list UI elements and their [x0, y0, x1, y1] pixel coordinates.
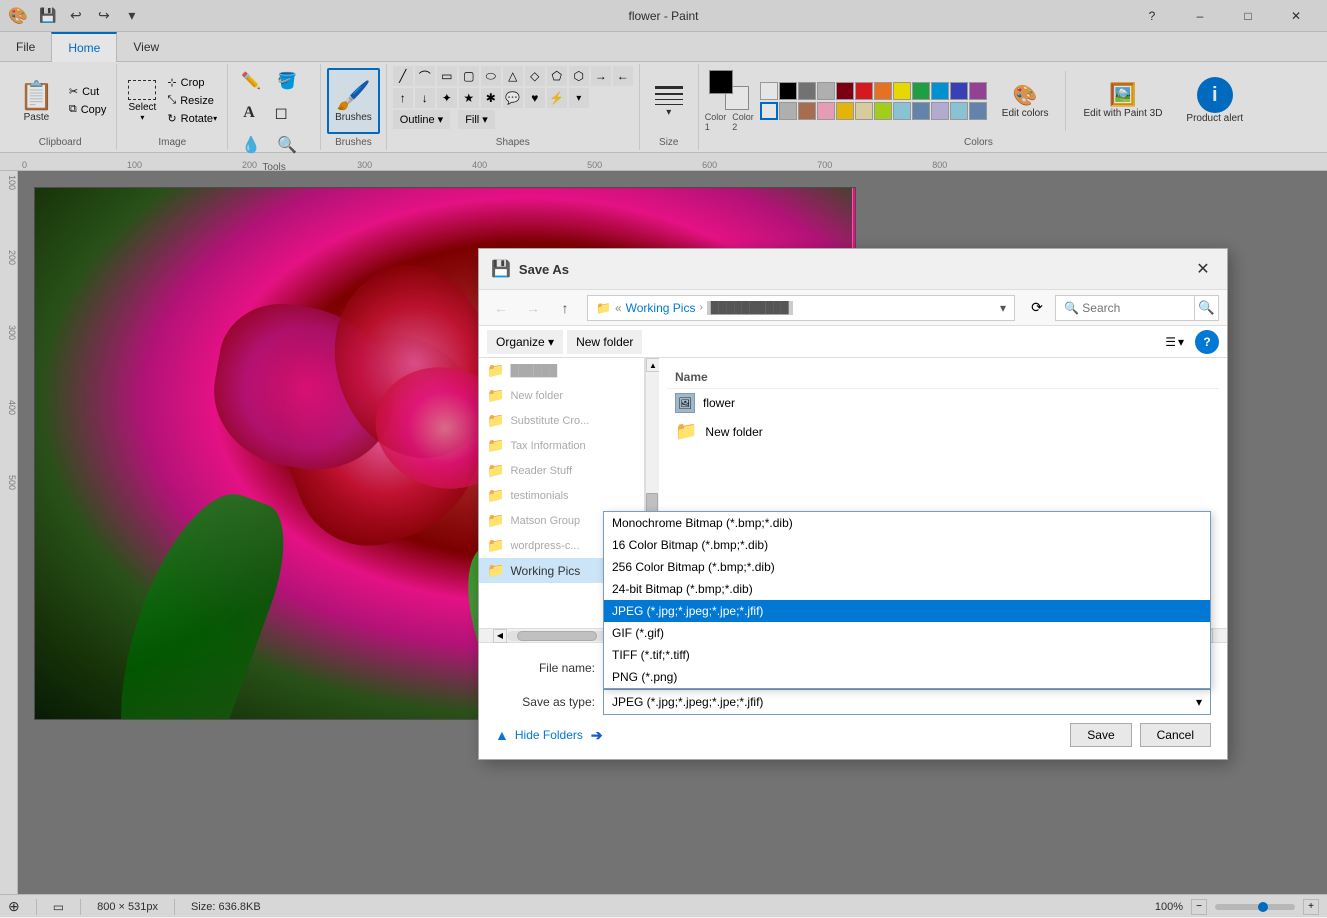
- path-working-pics[interactable]: Working Pics: [626, 301, 696, 315]
- tree-item-2[interactable]: 📁 Substitute Cro...: [479, 408, 644, 433]
- path-bar[interactable]: 📁 « Working Pics › ██████████ ▾: [587, 295, 1015, 321]
- savetype-label: Save as type:: [495, 695, 595, 709]
- tree-item-4[interactable]: 📁 Reader Stuff: [479, 458, 644, 483]
- savetype-option-tiff[interactable]: TIFF (*.tif;*.tiff): [604, 644, 1210, 666]
- savetype-dropdown: Monochrome Bitmap (*.bmp;*.dib) 16 Color…: [603, 511, 1211, 689]
- savetype-row: Save as type: JPEG (*.jpg;*.jpeg;*.jpe;*…: [495, 689, 1211, 715]
- path-dropdown-arrow[interactable]: ▾: [1000, 301, 1006, 315]
- tree-item-3[interactable]: 📁 Tax Information: [479, 433, 644, 458]
- hide-folders-button[interactable]: ▲ Hide Folders: [495, 727, 583, 743]
- help-button[interactable]: ?: [1195, 330, 1219, 354]
- save-button[interactable]: Save: [1070, 723, 1131, 747]
- savetype-option-16color[interactable]: 16 Color Bitmap (*.bmp;*.dib): [604, 534, 1210, 556]
- nav-up-button[interactable]: ↑: [551, 294, 579, 322]
- dialog-form: File name: ▾ Save as type: JPEG (*.jpg;*…: [479, 642, 1227, 759]
- dialog-nav: ← → ↑ 📁 « Working Pics › ██████████ ▾ ⟳ …: [479, 290, 1227, 326]
- savetype-option-monochrome[interactable]: Monochrome Bitmap (*.bmp;*.dib): [604, 512, 1210, 534]
- dialog-title-text: Save As: [519, 262, 1191, 277]
- file-item-flower[interactable]: 🖼 flower: [667, 389, 1219, 417]
- savetype-option-jpeg[interactable]: JPEG (*.jpg;*.jpeg;*.jpe;*.jfif): [604, 600, 1210, 622]
- savetype-option-gif[interactable]: GIF (*.gif): [604, 622, 1210, 644]
- scroll-up-button[interactable]: ▲: [646, 358, 660, 372]
- tree-item-0[interactable]: 📁 ██████: [479, 358, 644, 383]
- cancel-button[interactable]: Cancel: [1140, 723, 1211, 747]
- tree-item-1[interactable]: 📁 New folder: [479, 383, 644, 408]
- hscroll-thumb: [517, 631, 597, 641]
- search-button[interactable]: 🔍: [1195, 295, 1219, 321]
- view-icon: ☰: [1165, 335, 1176, 349]
- dialog-title-icon: 💾: [491, 259, 511, 279]
- dialog-titlebar: 💾 Save As ✕: [479, 249, 1227, 290]
- new-folder-button[interactable]: New folder: [567, 330, 642, 354]
- dialog-close-button[interactable]: ✕: [1191, 257, 1215, 281]
- working-pics-tree-label: Working Pics: [510, 564, 580, 578]
- dialog-toolbar: Organize ▾ New folder ☰ ▾ ?: [479, 326, 1227, 358]
- filename-label: File name:: [495, 661, 595, 675]
- savetype-arrow: ▾: [1196, 695, 1202, 709]
- blue-arrow-annotation: ➔: [591, 727, 603, 744]
- tree-item-5[interactable]: 📁 testimonials: [479, 483, 644, 508]
- view-arrow: ▾: [1178, 335, 1184, 349]
- path-separator: «: [615, 301, 622, 315]
- file-flower-icon: 🖼: [675, 393, 695, 413]
- path-icon: 📁: [596, 301, 611, 315]
- nav-back-button[interactable]: ←: [487, 294, 515, 322]
- organize-button[interactable]: Organize ▾: [487, 330, 563, 354]
- file-name-column-header: Name: [675, 370, 708, 384]
- view-button[interactable]: ☰ ▾: [1158, 330, 1191, 354]
- file-item-newfolder[interactable]: 📁 New folder: [667, 417, 1219, 446]
- path-sub: ██████████: [707, 301, 793, 315]
- savetype-select[interactable]: JPEG (*.jpg;*.jpeg;*.jpe;*.jfif) ▾: [603, 689, 1211, 715]
- file-folder-icon: 📁: [675, 421, 697, 442]
- hide-folders-label: Hide Folders: [515, 728, 583, 742]
- file-list-header: Name: [667, 366, 1219, 389]
- dialog-overlay: 💾 Save As ✕ ← → ↑ 📁 « Working Pics › ███…: [0, 0, 1327, 917]
- save-as-dialog: 💾 Save As ✕ ← → ↑ 📁 « Working Pics › ███…: [478, 248, 1228, 760]
- savetype-option-png[interactable]: PNG (*.png): [604, 666, 1210, 688]
- refresh-button[interactable]: ⟳: [1023, 294, 1051, 322]
- nav-forward-button[interactable]: →: [519, 294, 547, 322]
- file-flower-name: flower: [703, 396, 735, 410]
- hscroll-left-button[interactable]: ◀: [493, 629, 507, 643]
- savetype-option-256color[interactable]: 256 Color Bitmap (*.bmp;*.dib): [604, 556, 1210, 578]
- file-folder-name: New folder: [705, 425, 762, 439]
- search-input[interactable]: [1055, 295, 1195, 321]
- hide-folders-arrow-icon: ▲: [495, 727, 509, 743]
- savetype-option-24bit[interactable]: 24-bit Bitmap (*.bmp;*.dib): [604, 578, 1210, 600]
- savetype-selected-value: JPEG (*.jpg;*.jpeg;*.jpe;*.jfif): [612, 695, 763, 709]
